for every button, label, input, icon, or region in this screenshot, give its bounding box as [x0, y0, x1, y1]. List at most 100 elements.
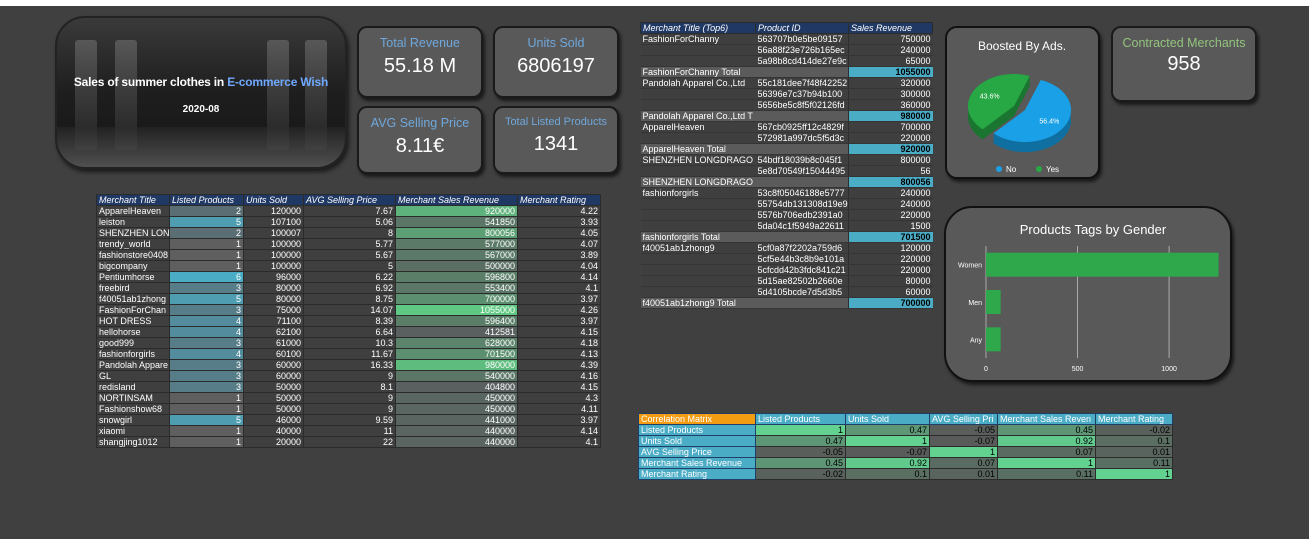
correlation-cell: -0.07 — [845, 446, 930, 458]
pivot-cell — [755, 143, 849, 155]
table-cell: 75000 — [243, 304, 304, 316]
table-cell: 3.97 — [517, 315, 601, 327]
table-cell: 5 — [169, 414, 244, 426]
kpi-label: Total Revenue — [380, 36, 460, 50]
table-cell: 8.75 — [303, 293, 396, 305]
pivot-cell: 240000 — [848, 198, 933, 210]
table-cell: 3.89 — [517, 249, 601, 261]
row-header: Merchant Sales Revenue — [638, 457, 756, 469]
kpi-value: 55.18 M — [383, 55, 457, 77]
banner-title: Sales of summer clothes in E-commerce Wi… — [73, 75, 329, 89]
table-cell: 100000 — [243, 238, 304, 250]
merchant-table: Merchant Title Listed Products Units Sold A… — [96, 194, 601, 448]
table-cell: 22 — [303, 436, 396, 448]
table-cell: 3 — [169, 282, 244, 294]
banner-image: Sales of summer clothes in E-commerce Wi… — [55, 16, 347, 169]
table-cell: 4.15 — [517, 326, 601, 338]
chart-title: Boosted By Ads. — [978, 39, 1066, 53]
table-cell: 1 — [169, 260, 244, 272]
pivot-row: 5656be5c8f5f02126fd 360000 — [640, 99, 933, 111]
table-cell: 1 — [169, 403, 244, 415]
legend-label: Yes — [1046, 165, 1059, 174]
pivot-cell: 750000 — [848, 33, 933, 45]
pivot-total-row: FashionForChanny Total 1055000 — [640, 66, 933, 78]
pivot-cell: 567cb0925ff12c4829f — [755, 121, 849, 133]
pivot-cell: 5cfcdd42b3fdc841c21 — [755, 264, 849, 276]
table-cell: 596800 — [395, 271, 518, 283]
table-cell: 3 — [169, 304, 244, 316]
table-cell: 10.3 — [303, 337, 396, 349]
table-cell: bigcompany — [96, 260, 170, 272]
table-cell: GL — [96, 370, 170, 382]
column-header: Merchant Sales Revenue — [395, 194, 518, 206]
correlation-cell: 0.07 — [997, 446, 1096, 458]
table-cell: 1 — [169, 249, 244, 261]
kpi-label: Contracted Merchants — [1122, 36, 1246, 50]
products-tags-by-gender-chart: Products Tags by Gender 0 500 1000 Women Men A… — [944, 206, 1232, 382]
table-cell: HOT DRESS — [96, 315, 170, 327]
pivot-total-row: SHENZHEN LONGDRAGO 800056 — [640, 176, 933, 188]
table-cell: 3 — [169, 337, 244, 349]
column-header: Merchant Sales Reven — [997, 413, 1096, 425]
correlation-cell: -0.05 — [755, 446, 846, 458]
boosted-by-ads-chart: Boosted By Ads. 56.4% 43.6% No Yes — [945, 26, 1100, 179]
correlation-cell: 1 — [997, 457, 1096, 469]
pivot-cell: 55754db131308d19e9 — [755, 198, 849, 210]
category-label: Men — [968, 300, 982, 307]
table-cell: 2 — [169, 227, 244, 239]
pivot-cell: 5d15ae82502b2660e — [755, 275, 849, 287]
legend-marker — [996, 166, 1002, 172]
bar-chart-svg: Products Tags by Gender 0 500 1000 Women Men A… — [958, 222, 1219, 373]
table-cell: 50000 — [243, 381, 304, 393]
table-cell: 577000 — [395, 238, 518, 250]
correlation-cell: 0.47 — [755, 435, 846, 447]
pivot-cell — [640, 275, 756, 287]
correlation-header: Correlation Matrix Listed Products Units S… — [638, 413, 1173, 425]
pivot-cell: SHENZHEN LONGDRAGO — [640, 154, 756, 166]
table-cell: 441000 — [395, 414, 518, 426]
table-row: redisland 3 50000 8.1 404800 4.15 — [96, 381, 601, 393]
table-row: ApparelHeaven 2 120000 7.67 920000 4.22 — [96, 205, 601, 217]
row-header: Units Sold — [638, 435, 756, 447]
data-label: 43.6% — [980, 94, 1000, 101]
table-cell: 5 — [303, 260, 396, 272]
table-cell: 980000 — [395, 359, 518, 371]
table-cell: 3 — [169, 370, 244, 382]
kpi-avg-selling-price: AVG Selling Price 8.11€ — [357, 106, 483, 174]
table-cell: 80000 — [243, 293, 304, 305]
pie-chart-svg: Boosted By Ads. 56.4% 43.6% No Yes — [968, 39, 1071, 174]
pivot-row: 56396e7c37b94b100 300000 — [640, 88, 933, 100]
table-row: f40051ab1zhong 5 80000 8.75 700000 3.97 — [96, 293, 601, 305]
pivot-cell: FashionForChanny Total — [640, 66, 756, 78]
table-cell: 567000 — [395, 249, 518, 261]
pivot-cell: 700000 — [848, 121, 933, 133]
table-cell: 60000 — [243, 370, 304, 382]
table-cell: 60000 — [243, 359, 304, 371]
pivot-cell: 55c181dee7f48f42252 — [755, 77, 849, 89]
table-row: fashionstore0408 1 100000 5.67 567000 3.89 — [96, 249, 601, 261]
category-label: Women — [958, 263, 982, 270]
table-cell: 440000 — [395, 436, 518, 448]
pivot-cell — [755, 110, 849, 122]
pivot-row: 572981a997dc5f5d3c 220000 — [640, 132, 933, 144]
kpi-value: 958 — [1167, 53, 1201, 75]
table-cell: 450000 — [395, 403, 518, 415]
table-cell: 4.16 — [517, 370, 601, 382]
table-cell: fashionstore0408 — [96, 249, 170, 261]
pivot-cell — [755, 176, 849, 188]
legend-label: No — [1006, 165, 1017, 174]
pivot-total-row: Pandolah Apparel Co.,Ltd T 980000 — [640, 110, 933, 122]
pivot-cell: FashionForChanny — [640, 33, 756, 45]
pivot-cell: 240000 — [848, 187, 933, 199]
correlation-cell: 0.1 — [1095, 435, 1173, 447]
banner-decor — [57, 127, 345, 167]
table-cell: 4.3 — [517, 392, 601, 404]
correlation-cell: 0.92 — [845, 457, 930, 469]
correlation-cell: 0.92 — [997, 435, 1096, 447]
kpi-label: Total Listed Products — [504, 116, 608, 128]
correlation-cell: 1 — [755, 424, 846, 436]
correlation-row: Merchant Sales Revenue 0.45 0.92 0.07 1 0.11 — [638, 457, 1173, 469]
table-cell: redisland — [96, 381, 170, 393]
pivot-cell: SHENZHEN LONGDRAGO — [640, 176, 756, 188]
column-header: Units Sold — [845, 413, 930, 425]
